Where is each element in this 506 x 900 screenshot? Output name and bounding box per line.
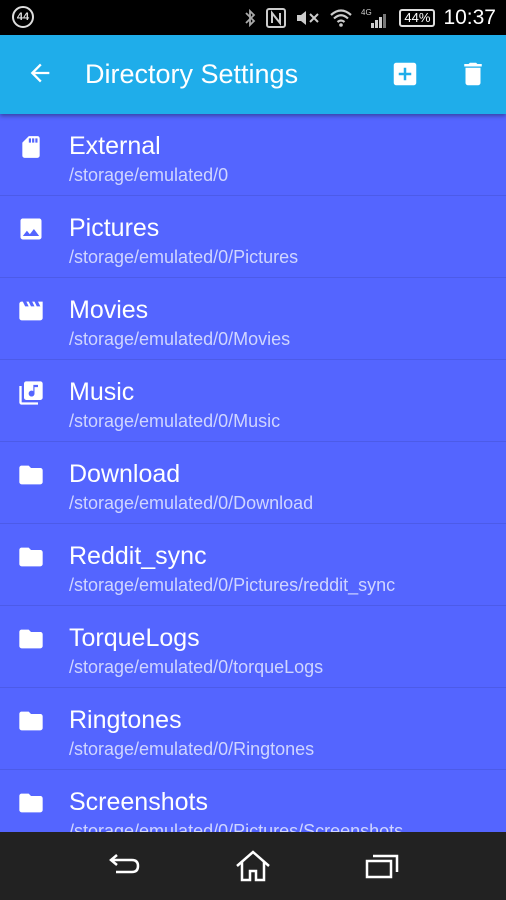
directory-path: /storage/emulated/0/Pictures/reddit_sync — [69, 575, 396, 595]
signal-icon: 4G — [361, 7, 391, 29]
music-library-icon — [16, 378, 46, 408]
system-nav-bar — [0, 832, 506, 900]
wifi-icon — [329, 8, 353, 28]
folder-icon — [16, 706, 46, 736]
status-bar: 44 4G 44% 10:37 — [0, 0, 506, 35]
return-icon — [109, 854, 140, 874]
trash-icon — [464, 62, 482, 86]
image-icon — [16, 214, 46, 244]
directory-name: External — [69, 132, 161, 160]
add-directory-button[interactable] — [386, 55, 424, 93]
delete-button[interactable] — [454, 55, 492, 93]
network-type-label: 4G — [361, 8, 372, 17]
page-title: Directory Settings — [85, 59, 299, 89]
directory-item-download[interactable]: Download /storage/emulated/0/Download — [0, 442, 506, 524]
directory-path: /storage/emulated/0 — [69, 165, 229, 185]
bluetooth-icon — [243, 8, 257, 28]
notification-count: 44 — [12, 6, 34, 28]
nav-recents-button[interactable] — [357, 841, 407, 891]
directory-item-reddit-sync[interactable]: Reddit_sync /storage/emulated/0/Pictures… — [0, 524, 506, 606]
directory-name: TorqueLogs — [69, 624, 200, 652]
status-icons: 4G 44% 10:37 — [243, 0, 496, 35]
folder-icon — [16, 788, 46, 818]
directory-name: Pictures — [69, 214, 160, 242]
clock: 10:37 — [443, 5, 496, 29]
nav-home-button[interactable] — [228, 841, 278, 891]
notification-badge: 44 — [12, 6, 34, 28]
directory-item-screenshots[interactable]: Screenshots /storage/emulated/0/Pictures… — [0, 770, 506, 832]
recent-apps-icon — [365, 854, 398, 879]
directory-path: /storage/emulated/0/Movies — [69, 329, 291, 349]
sd-card-icon — [16, 132, 46, 162]
home-icon — [236, 850, 270, 882]
directory-name: Reddit_sync — [69, 542, 207, 570]
directory-name: Music — [69, 378, 135, 406]
directory-name: Download — [69, 460, 181, 488]
folder-icon — [16, 624, 46, 654]
battery-indicator: 44% — [399, 8, 436, 27]
back-button[interactable] — [22, 55, 58, 91]
directory-list: External /storage/emulated/0 Pictures /s… — [0, 114, 506, 832]
app-bar: Directory Settings — [0, 35, 506, 114]
directory-path: /storage/emulated/0/Download — [69, 493, 314, 513]
directory-name: Movies — [69, 296, 149, 324]
directory-path: /storage/emulated/0/Pictures — [69, 247, 299, 267]
folder-icon — [16, 460, 46, 490]
arrow-back-icon — [30, 63, 50, 83]
directory-name: Ringtones — [69, 706, 182, 734]
nfc-icon — [265, 7, 287, 29]
directory-item-torquelogs[interactable]: TorqueLogs /storage/emulated/0/torqueLog… — [0, 606, 506, 688]
directory-item-external[interactable]: External /storage/emulated/0 — [0, 114, 506, 196]
movie-icon — [16, 296, 46, 326]
directory-name: Screenshots — [69, 788, 208, 816]
directory-item-music[interactable]: Music /storage/emulated/0/Music — [0, 360, 506, 442]
mute-icon — [295, 8, 321, 28]
nav-back-button[interactable] — [99, 841, 149, 891]
directory-path: /storage/emulated/0/Ringtones — [69, 739, 315, 759]
directory-path: /storage/emulated/0/torqueLogs — [69, 657, 324, 677]
directory-path: /storage/emulated/0/Music — [69, 411, 281, 431]
folder-icon — [16, 542, 46, 572]
directory-item-pictures[interactable]: Pictures /storage/emulated/0/Pictures — [0, 196, 506, 278]
add-box-icon — [393, 62, 417, 86]
directory-path: /storage/emulated/0/Pictures/Screenshots — [69, 821, 404, 832]
directory-item-movies[interactable]: Movies /storage/emulated/0/Movies — [0, 278, 506, 360]
directory-item-ringtones[interactable]: Ringtones /storage/emulated/0/Ringtones — [0, 688, 506, 770]
